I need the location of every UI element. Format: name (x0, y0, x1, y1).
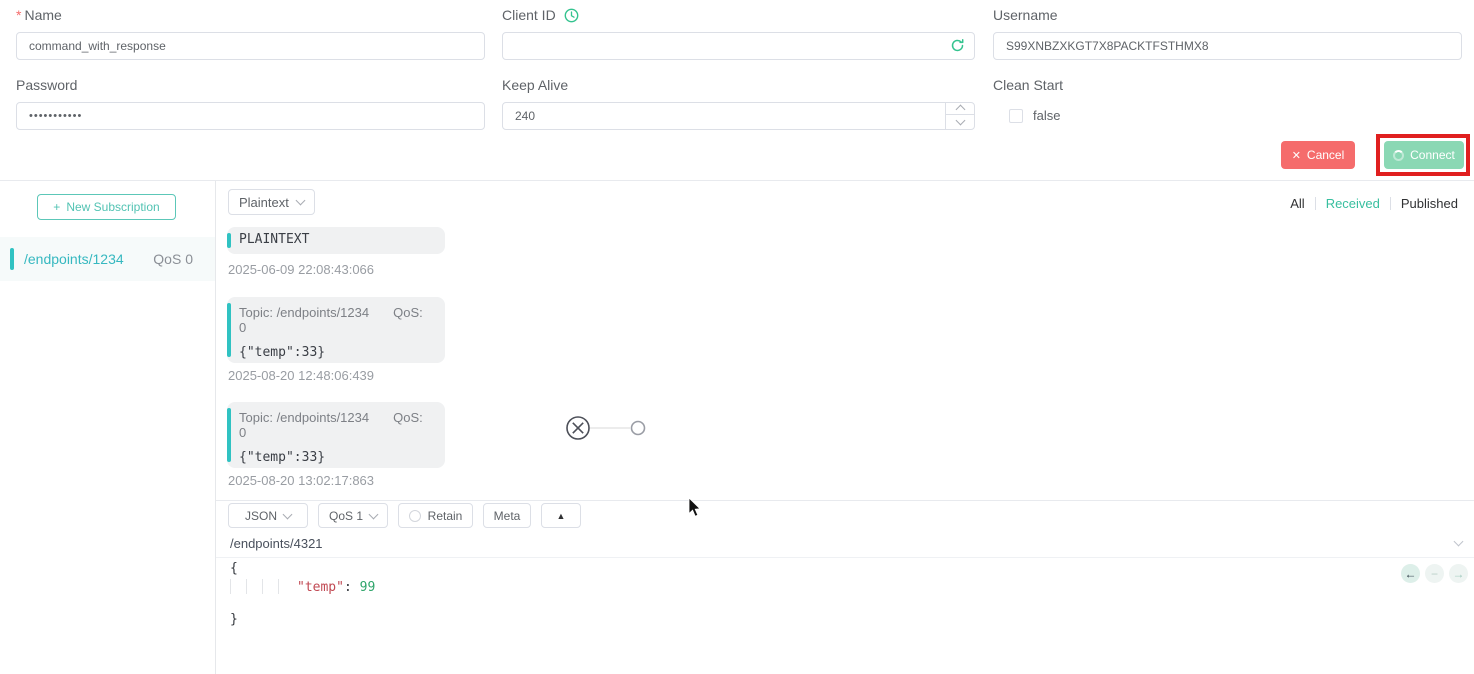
username-label: Username (993, 7, 1058, 23)
collapse-panel-button[interactable]: ▲ (541, 503, 581, 528)
name-label: *Name (16, 7, 62, 23)
message-accent-bar (227, 408, 231, 462)
message-timestamp: 2025-08-20 12:48:06:439 (228, 368, 374, 383)
history-forward-button[interactable]: → (1449, 564, 1468, 583)
keep-alive-stepper[interactable] (945, 102, 975, 130)
message-card: Topic: /endpoints/1234QoS: 0 {"temp":33} (227, 402, 445, 468)
tab-published[interactable]: Published (1391, 196, 1468, 211)
message-accent-bar (227, 233, 231, 248)
editor-line: } (230, 611, 1410, 628)
required-asterisk: * (16, 7, 21, 23)
password-label: Password (16, 77, 77, 93)
keep-alive-input[interactable] (502, 102, 975, 130)
editor-line: "temp": 99 (230, 579, 1410, 596)
arrow-left-icon: ← (1405, 567, 1417, 581)
editor-line: { (230, 560, 1410, 577)
message-accent-bar (227, 303, 231, 357)
message-meta: Topic: /endpoints/1234QoS: 0 (239, 410, 431, 440)
subscription-topic: /endpoints/1234 (24, 251, 124, 267)
retain-radio-icon (409, 510, 421, 522)
clean-start-control: false (1009, 108, 1060, 123)
name-input[interactable] (16, 32, 485, 60)
client-id-label: Client ID (502, 7, 579, 23)
clean-start-checkbox[interactable] (1009, 109, 1023, 123)
clock-icon (564, 8, 579, 23)
password-input[interactable] (16, 102, 485, 130)
payload-editor[interactable]: { "temp": 99 } (230, 560, 1410, 628)
close-icon: ✕ (1292, 149, 1301, 162)
editor-line (230, 596, 1410, 611)
indent-guides (230, 579, 297, 596)
message-payload: PLAINTEXT (239, 232, 431, 247)
disconnected-status-icon (564, 413, 654, 448)
chevron-down-icon (283, 509, 293, 519)
meta-button[interactable]: Meta (483, 503, 531, 528)
app-window: *Name Client ID Username Password Keep A… (0, 0, 1474, 674)
subscription-qos: QoS 0 (153, 251, 193, 267)
new-subscription-button[interactable]: + New Subscription (37, 194, 176, 220)
connect-button[interactable]: Connect (1384, 141, 1464, 169)
message-card: PLAINTEXT (227, 227, 445, 254)
arrow-right-icon: → (1453, 567, 1465, 581)
mouse-cursor (688, 498, 702, 523)
message-timestamp: 2025-06-09 22:08:43:066 (228, 262, 374, 277)
retain-toggle[interactable]: Retain (398, 503, 473, 528)
cancel-button[interactable]: ✕ Cancel (1281, 141, 1355, 169)
history-middle-button[interactable]: − (1425, 564, 1444, 583)
message-meta: Topic: /endpoints/1234QoS: 0 (239, 305, 431, 335)
stepper-down-icon[interactable] (946, 115, 975, 128)
history-back-button[interactable]: ← (1401, 564, 1420, 583)
keep-alive-label: Keep Alive (502, 77, 568, 93)
clean-start-value: false (1033, 108, 1060, 123)
plus-icon: + (53, 200, 60, 214)
subscription-item[interactable]: /endpoints/1234 QoS 0 (0, 237, 215, 281)
chevron-down-icon (295, 196, 305, 206)
refresh-client-id-icon[interactable] (950, 38, 965, 56)
stepper-up-icon[interactable] (946, 102, 975, 115)
message-payload: {"temp":33} (239, 450, 431, 465)
message-payload: {"temp":33} (239, 345, 431, 360)
message-filter-tabs: All Received Published (1280, 196, 1468, 211)
payload-format-select[interactable]: Plaintext (228, 189, 315, 215)
client-id-input[interactable] (502, 32, 975, 60)
username-input[interactable] (993, 32, 1462, 60)
topic-chevron-down-icon[interactable] (1454, 537, 1464, 547)
message-timestamp: 2025-08-20 13:02:17:863 (228, 473, 374, 488)
qos-select[interactable]: QoS 1 (318, 503, 388, 528)
tab-received[interactable]: Received (1316, 196, 1390, 211)
message-card: Topic: /endpoints/1234QoS: 0 {"temp":33} (227, 297, 445, 363)
clean-start-label: Clean Start (993, 77, 1063, 93)
tab-all[interactable]: All (1280, 196, 1314, 211)
minus-icon: − (1431, 567, 1438, 581)
subscription-accent-bar (10, 248, 14, 270)
publish-topic-input[interactable] (230, 536, 1430, 551)
loading-spinner-icon (1393, 150, 1404, 161)
chevron-down-icon (369, 509, 379, 519)
payload-type-select[interactable]: JSON (228, 503, 308, 528)
triangle-up-icon: ▲ (557, 511, 566, 521)
